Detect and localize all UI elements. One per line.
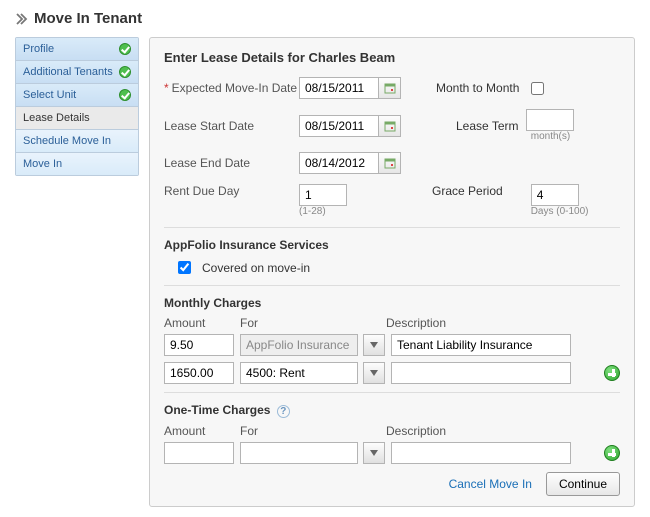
divider [164, 227, 620, 228]
add-one-time-charge-button[interactable] [604, 445, 620, 461]
charge-for-input[interactable] [240, 362, 358, 384]
one-time-charge-row [164, 442, 620, 464]
check-icon [119, 66, 131, 78]
charge-description-input[interactable] [391, 442, 571, 464]
rent-due-hint: (1-28) [299, 206, 326, 217]
divider [164, 392, 620, 393]
calendar-icon[interactable] [379, 152, 401, 174]
sidebar-item-label: Move In [23, 158, 62, 170]
sidebar-item-move-in[interactable]: Move In [16, 153, 138, 175]
sidebar-item-label: Select Unit [23, 89, 76, 101]
lease-start-input[interactable] [299, 115, 379, 137]
calendar-icon[interactable] [379, 77, 401, 99]
check-icon [119, 89, 131, 101]
required-marker: * [164, 81, 169, 95]
main-panel: Enter Lease Details for Charles Beam *Ex… [149, 37, 635, 507]
sidebar-item-schedule-move-in[interactable]: Schedule Move In [16, 130, 138, 153]
covered-on-move-in-checkbox[interactable] [178, 261, 191, 274]
charge-description-input[interactable] [391, 362, 571, 384]
col-description: Description [386, 424, 566, 438]
rent-due-day-input[interactable] [299, 184, 347, 206]
label-lease-term: Lease Term [456, 119, 518, 133]
expand-icon [15, 12, 29, 26]
sidebar-item-label: Profile [23, 43, 54, 55]
page-title: Move In Tenant [15, 10, 635, 27]
monthly-charge-row [164, 362, 620, 384]
charge-amount-input[interactable] [164, 442, 234, 464]
page-title-text: Move In Tenant [34, 10, 142, 27]
help-icon[interactable]: ? [277, 405, 290, 418]
col-for: For [240, 316, 380, 330]
dropdown-icon[interactable] [363, 442, 385, 464]
one-time-charges-header: Amount For Description [164, 424, 620, 438]
check-icon [119, 43, 131, 55]
label-lease-start: Lease Start Date [164, 119, 299, 133]
sidebar-item-profile[interactable]: Profile [16, 38, 138, 61]
covered-on-move-in-label: Covered on move-in [202, 261, 310, 275]
panel-heading: Enter Lease Details for Charles Beam [164, 50, 620, 65]
monthly-charges-title: Monthly Charges [164, 296, 620, 310]
sidebar-item-label: Schedule Move In [23, 135, 111, 147]
grace-period-hint: Days (0-100) [531, 206, 589, 217]
col-amount: Amount [164, 316, 234, 330]
add-monthly-charge-button[interactable] [604, 365, 620, 381]
col-description: Description [386, 316, 566, 330]
wizard-sidebar: Profile Additional Tenants Select Unit L… [15, 37, 139, 176]
charge-amount-input[interactable] [164, 334, 234, 356]
monthly-charges-header: Amount For Description [164, 316, 620, 330]
lease-end-input[interactable] [299, 152, 379, 174]
charge-for-input[interactable] [240, 442, 358, 464]
label-expected-move-in: *Expected Move-In Date [164, 81, 299, 95]
lease-term-hint: month(s) [531, 131, 570, 142]
divider [164, 285, 620, 286]
col-for: For [240, 424, 380, 438]
calendar-icon[interactable] [379, 115, 401, 137]
label-lease-end: Lease End Date [164, 156, 299, 170]
charge-for-input [240, 334, 358, 356]
charge-description-input[interactable] [391, 334, 571, 356]
label-grace-period: Grace Period [432, 184, 503, 198]
lease-term-input[interactable] [526, 109, 574, 131]
label-rent-due-day: Rent Due Day [164, 184, 299, 198]
sidebar-item-additional-tenants[interactable]: Additional Tenants [16, 61, 138, 84]
charge-amount-input[interactable] [164, 362, 234, 384]
cancel-move-in-link[interactable]: Cancel Move In [449, 477, 532, 491]
insurance-section-title: AppFolio Insurance Services [164, 238, 620, 252]
one-time-charges-title: One-Time Charges ? [164, 403, 620, 418]
col-amount: Amount [164, 424, 234, 438]
monthly-charge-row [164, 334, 620, 356]
dropdown-icon[interactable] [363, 362, 385, 384]
sidebar-item-select-unit[interactable]: Select Unit [16, 84, 138, 107]
month-to-month-checkbox[interactable] [531, 82, 544, 95]
sidebar-item-label: Lease Details [23, 112, 90, 124]
label-month-to-month: Month to Month [436, 81, 519, 95]
sidebar-item-lease-details[interactable]: Lease Details [16, 107, 138, 130]
dropdown-icon[interactable] [363, 334, 385, 356]
expected-move-in-input[interactable] [299, 77, 379, 99]
sidebar-item-label: Additional Tenants [23, 66, 113, 78]
continue-button[interactable]: Continue [546, 472, 620, 496]
grace-period-input[interactable] [531, 184, 579, 206]
